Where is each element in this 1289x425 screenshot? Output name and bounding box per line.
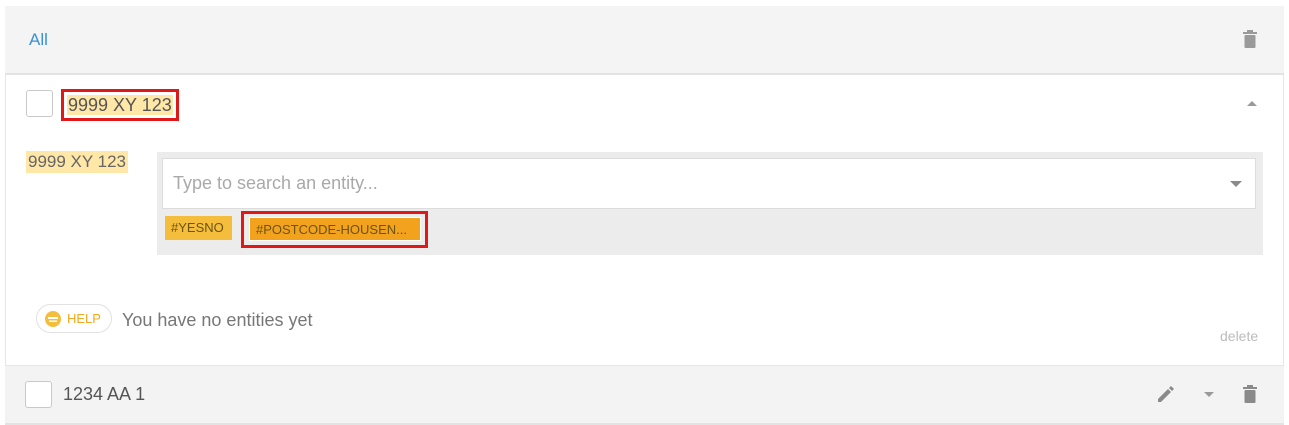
chevron-down-icon[interactable] xyxy=(1229,180,1243,188)
example-checkbox[interactable] xyxy=(25,381,52,408)
example-text-highlight: 9999 XY 123 xyxy=(61,89,179,121)
trash-icon[interactable] xyxy=(1243,385,1257,403)
entity-value-label: 9999 XY 123 xyxy=(26,151,128,173)
no-entities-message: You have no entities yet xyxy=(122,310,313,330)
chevron-up-icon[interactable] xyxy=(1246,99,1258,107)
example-text: 1234 AA 1 xyxy=(63,384,146,404)
filter-all-link[interactable]: All xyxy=(29,30,48,50)
help-icon xyxy=(45,311,61,327)
delete-link[interactable]: delete xyxy=(1220,328,1258,344)
entity-search-box xyxy=(162,158,1256,209)
expanded-example-card: 9999 XY 123 9999 XY 123 #YESNO #POSTCODE… xyxy=(5,75,1284,366)
examples-panel: All 9999 XY 123 9999 XY 123 #YESNO #POST… xyxy=(5,6,1284,425)
entity-search-input[interactable] xyxy=(163,159,1213,208)
entity-tag-yesno[interactable]: #YESNO xyxy=(165,216,232,240)
trash-icon[interactable] xyxy=(1243,30,1257,48)
help-button[interactable]: HELP xyxy=(36,304,112,333)
chevron-down-icon[interactable] xyxy=(1203,391,1215,398)
entity-tag-postcode-housenumber[interactable]: #POSTCODE-HOUSEN... xyxy=(249,217,421,241)
help-label: HELP xyxy=(67,311,101,326)
pencil-icon[interactable] xyxy=(1156,386,1174,404)
example-text[interactable]: 9999 XY 123 xyxy=(67,95,173,115)
entity-selector: #YESNO #POSTCODE-HOUSEN... xyxy=(157,152,1263,255)
example-checkbox[interactable] xyxy=(26,90,53,117)
example-row[interactable]: 1234 AA 1 xyxy=(5,366,1284,425)
list-header: All xyxy=(5,6,1284,75)
